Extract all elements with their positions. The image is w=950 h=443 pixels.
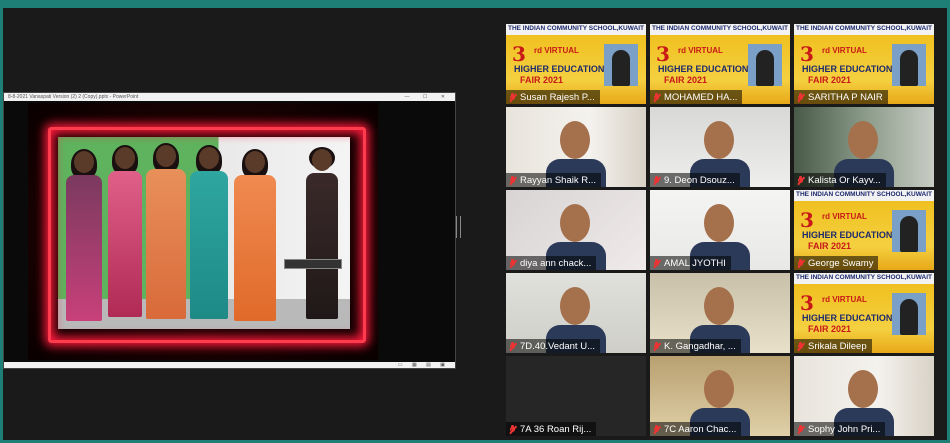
participant-name: Rayyan Shaik R...	[520, 174, 597, 186]
mic-muted-icon	[653, 341, 661, 351]
poster-line3: FAIR 2021	[808, 324, 852, 334]
participant-name: 7C Aaron Chac...	[664, 423, 737, 435]
poster-school: THE INDIAN COMMUNITY SCHOOL,KUWAIT	[795, 274, 932, 281]
mic-muted-icon	[797, 175, 805, 185]
poster-line1: rd VIRTUAL	[678, 46, 723, 55]
mic-muted-icon	[509, 92, 517, 102]
participant-tile[interactable]: AMAL JYOTHI	[650, 190, 790, 270]
poster-big3: 3	[800, 208, 814, 232]
mic-muted-icon	[509, 175, 517, 185]
poster-line1: rd VIRTUAL	[822, 295, 867, 304]
poster-school: THE INDIAN COMMUNITY SCHOOL,KUWAIT	[795, 191, 932, 198]
shared-window-statusbar: ▭ ▦ ▤ ▣	[4, 362, 455, 368]
shared-window-title: 8-8-2021 Vanaspati Version (2) 2 (Copy).…	[8, 94, 139, 100]
poster-line2: HIGHER EDUCATION	[514, 64, 605, 74]
participant-name-bar: Kalista Or Kayv...	[794, 173, 886, 187]
participant-name-bar: 7A 36 Roan Rij...	[506, 422, 597, 436]
participant-tile[interactable]: THE INDIAN COMMUNITY SCHOOL,KUWAIT 3 rd VI…	[506, 24, 646, 104]
participant-name-bar: diya ann chack...	[506, 256, 597, 270]
participant-tile[interactable]: 7D.40.Vedant U...	[506, 273, 646, 353]
presentation-slide	[28, 103, 378, 360]
poster-line3: FAIR 2021	[664, 75, 708, 85]
participant-name: Sophy John Pri...	[808, 423, 881, 435]
participant-name-bar: Sophy John Pri...	[794, 422, 886, 436]
participant-name: 9. Deon Dsouz...	[664, 174, 735, 186]
participant-tile[interactable]: Rayyan Shaik R...	[506, 107, 646, 187]
participant-name-bar: 7D.40.Vedant U...	[506, 339, 600, 353]
mic-muted-icon	[797, 258, 805, 268]
participant-name: 7A 36 Roan Rij...	[520, 423, 592, 435]
participant-name: 7D.40.Vedant U...	[520, 340, 595, 352]
neon-frame	[48, 127, 366, 343]
participant-name-bar: George Swamy	[794, 256, 879, 270]
participant-tile[interactable]: THE INDIAN COMMUNITY SCHOOL,KUWAIT 3 rd VI…	[650, 24, 790, 104]
participant-name: George Swamy	[808, 257, 874, 269]
mic-muted-icon	[653, 175, 661, 185]
participant-tile[interactable]: 9. Deon Dsouz...	[650, 107, 790, 187]
mic-muted-icon	[797, 424, 805, 434]
participant-name: Kalista Or Kayv...	[808, 174, 881, 186]
participant-name-bar: 7C Aaron Chac...	[650, 422, 742, 436]
participant-name-bar: K. Gangadhar, ...	[650, 339, 741, 353]
poster-line3: FAIR 2021	[808, 75, 852, 85]
poster-line1: rd VIRTUAL	[822, 212, 867, 221]
mic-muted-icon	[509, 341, 517, 351]
participant-name: diya ann chack...	[520, 257, 592, 269]
window-frame-top	[0, 0, 950, 8]
poster-line1: rd VIRTUAL	[822, 46, 867, 55]
participant-name: MOHAMED HA...	[664, 91, 738, 103]
participant-name: Srikala Dileep	[808, 340, 867, 352]
participant-name-bar: Rayyan Shaik R...	[506, 173, 602, 187]
participant-tile[interactable]: Kalista Or Kayv...	[794, 107, 934, 187]
participant-name: Susan Rajesh P...	[520, 91, 595, 103]
poster-line2: HIGHER EDUCATION	[802, 64, 893, 74]
participant-tile[interactable]: Sophy John Pri...	[794, 356, 934, 436]
poster-school: THE INDIAN COMMUNITY SCHOOL,KUWAIT	[651, 25, 788, 32]
mic-muted-icon	[509, 424, 517, 434]
panel-splitter-handle[interactable]	[456, 216, 461, 238]
participant-tile[interactable]: K. Gangadhar, ...	[650, 273, 790, 353]
shared-window-controls: — ☐ ✕	[404, 94, 451, 100]
poster-line1: rd VIRTUAL	[534, 46, 579, 55]
participant-tile[interactable]: THE INDIAN COMMUNITY SCHOOL,KUWAIT 3 rd VI…	[794, 190, 934, 270]
shared-screen[interactable]: 8-8-2021 Vanaspati Version (2) 2 (Copy).…	[3, 92, 456, 369]
participant-name-bar: Susan Rajesh P...	[506, 90, 600, 104]
participant-name-bar: MOHAMED HA...	[650, 90, 743, 104]
participant-tile[interactable]: 7C Aaron Chac...	[650, 356, 790, 436]
mic-muted-icon	[653, 92, 661, 102]
poster-school: THE INDIAN COMMUNITY SCHOOL,KUWAIT	[507, 25, 644, 32]
mic-muted-icon	[509, 258, 517, 268]
participant-name: SARITHA P NAIR	[808, 91, 883, 103]
poster-big3: 3	[800, 42, 814, 66]
participant-tile[interactable]: THE INDIAN COMMUNITY SCHOOL,KUWAIT 3 rd VI…	[794, 24, 934, 104]
poster-line3: FAIR 2021	[520, 75, 564, 85]
poster-big3: 3	[656, 42, 670, 66]
shared-window-titlebar: 8-8-2021 Vanaspati Version (2) 2 (Copy).…	[4, 93, 455, 101]
participant-name-bar: 9. Deon Dsouz...	[650, 173, 740, 187]
poster-line2: HIGHER EDUCATION	[802, 230, 893, 240]
mic-muted-icon	[653, 424, 661, 434]
poster-line2: HIGHER EDUCATION	[658, 64, 749, 74]
poster-line3: FAIR 2021	[808, 241, 852, 251]
participant-name: AMAL JYOTHI	[664, 257, 726, 269]
mic-muted-icon	[653, 258, 661, 268]
poster-school: THE INDIAN COMMUNITY SCHOOL,KUWAIT	[795, 25, 932, 32]
participant-tile[interactable]: 7A 36 Roan Rij...	[506, 356, 646, 436]
participant-name-bar: AMAL JYOTHI	[650, 256, 731, 270]
poster-big3: 3	[512, 42, 526, 66]
participant-name-bar: Srikala Dileep	[794, 339, 872, 353]
participant-tile[interactable]: diya ann chack...	[506, 190, 646, 270]
participant-name-bar: SARITHA P NAIR	[794, 90, 888, 104]
poster-line2: HIGHER EDUCATION	[802, 313, 893, 323]
mic-muted-icon	[797, 92, 805, 102]
mic-muted-icon	[797, 341, 805, 351]
participant-tile[interactable]: THE INDIAN COMMUNITY SCHOOL,KUWAIT 3 rd VI…	[794, 273, 934, 353]
view-controls[interactable]: ▭ ▦ ▤ ▣	[398, 362, 449, 368]
participant-name: K. Gangadhar, ...	[664, 340, 736, 352]
poster-big3: 3	[800, 291, 814, 315]
